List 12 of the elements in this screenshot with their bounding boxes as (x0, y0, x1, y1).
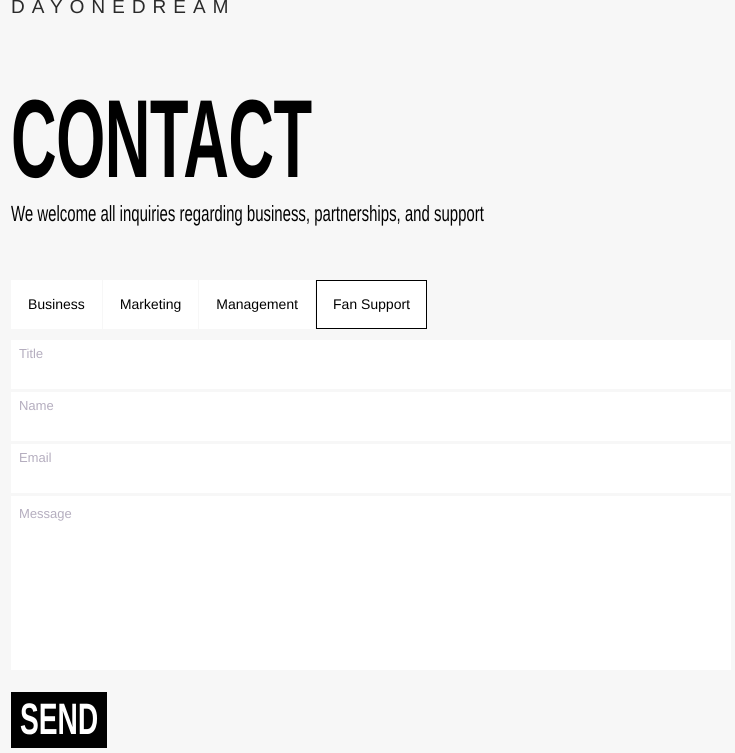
tab[interactable]: Marketing (102, 280, 198, 329)
send-button[interactable]: SEND (11, 692, 108, 748)
text-field[interactable]: Email (11, 444, 731, 493)
tab[interactable]: Fan Support (316, 280, 428, 329)
page-subtitle: We welcome all inquiries regarding business, partnerships, and support (11, 203, 484, 225)
text-field[interactable]: Title (11, 340, 731, 389)
message-field[interactable]: Message (11, 496, 731, 670)
tab[interactable]: Management (199, 280, 315, 329)
text-field[interactable]: Name (11, 392, 731, 441)
tab[interactable]: Business (11, 280, 102, 329)
logo[interactable]: DAYONEDREAM (11, 0, 236, 16)
page-heading: CONTACT (11, 84, 312, 195)
